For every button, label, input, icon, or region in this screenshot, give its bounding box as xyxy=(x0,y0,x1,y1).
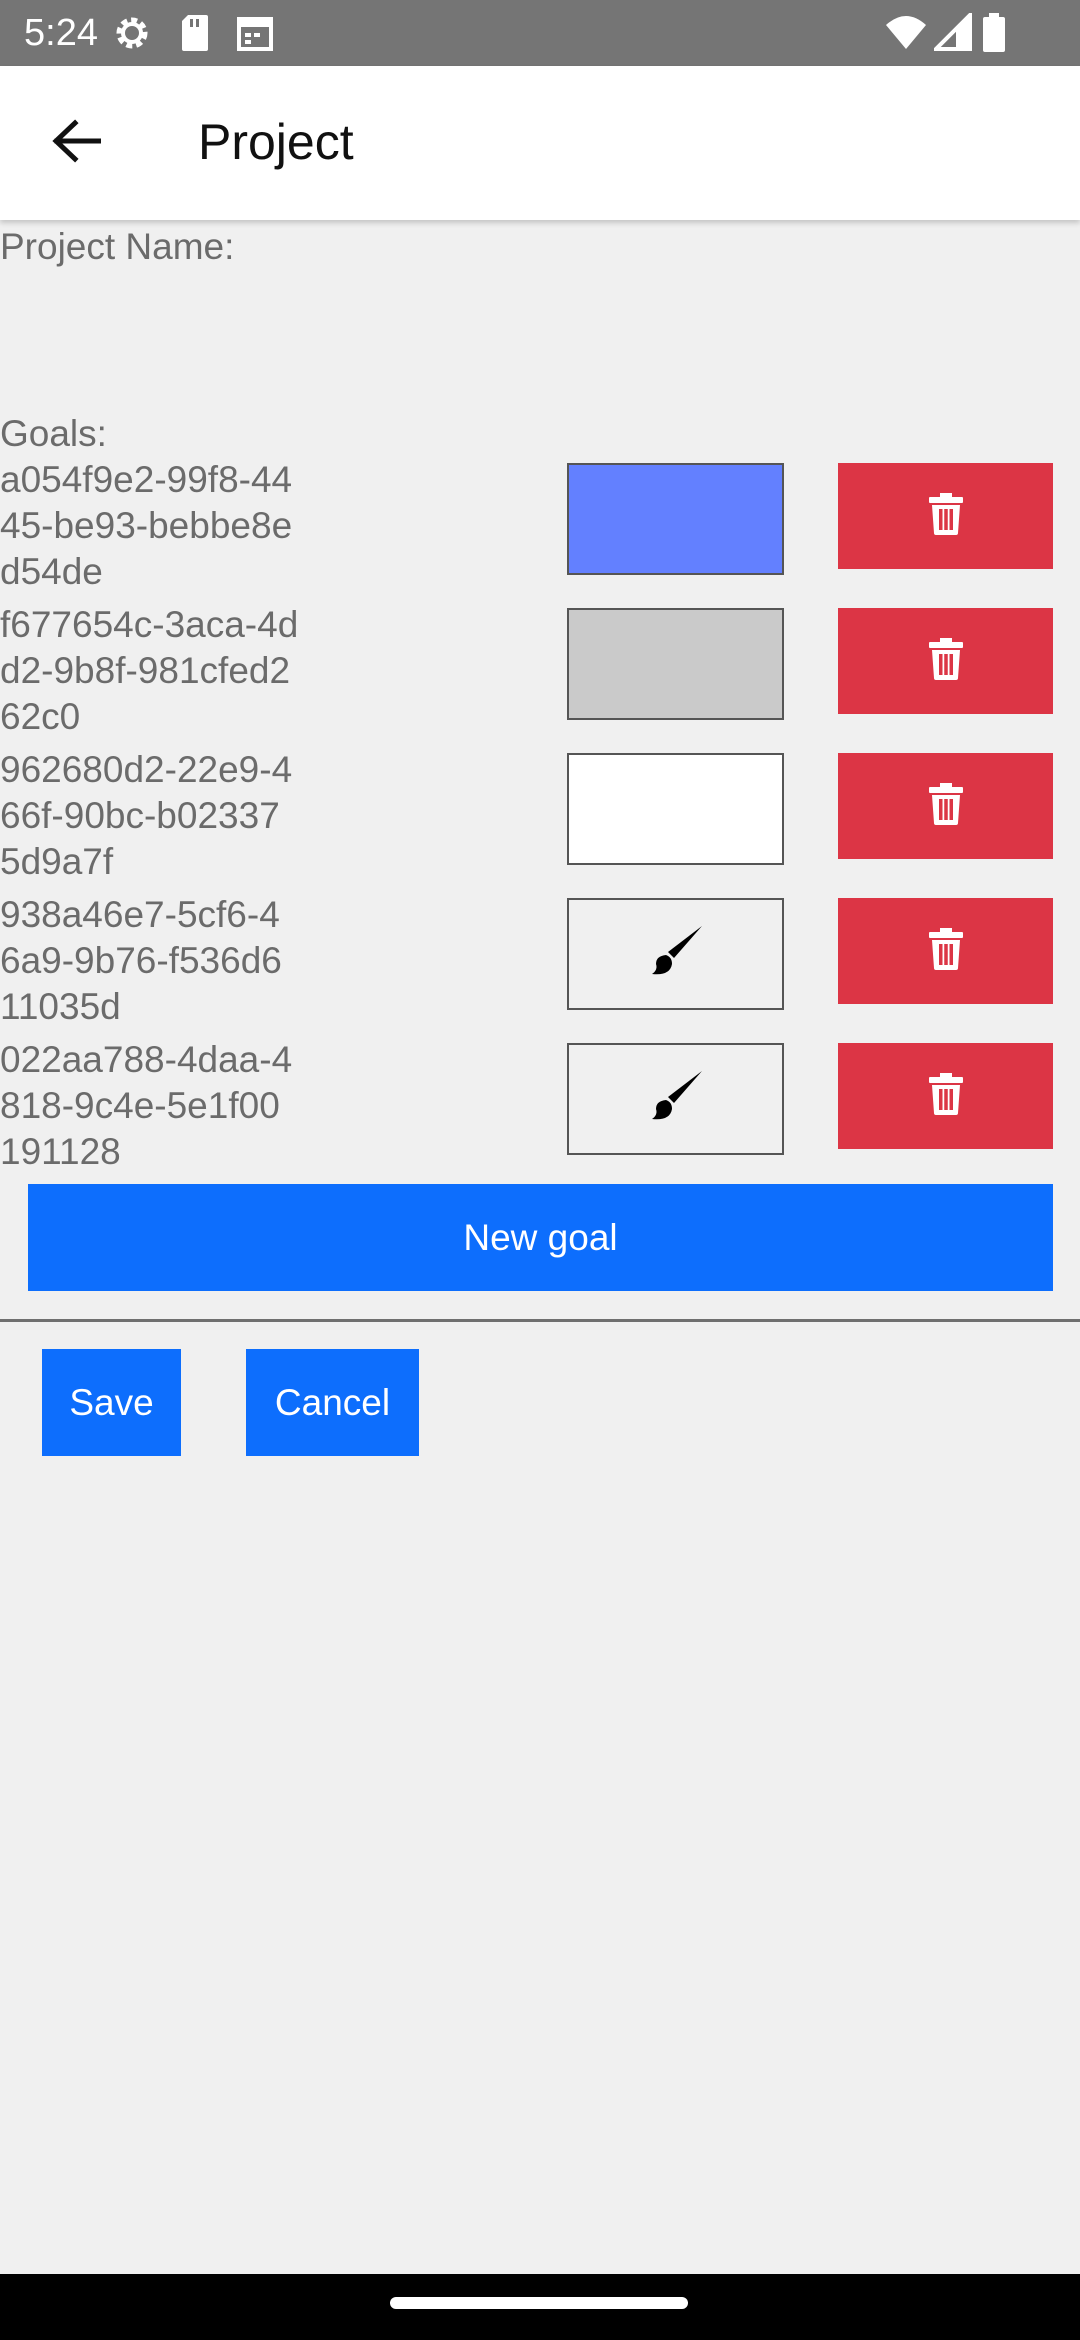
new-goal-button[interactable]: New goal xyxy=(28,1184,1053,1291)
delete-goal-button[interactable] xyxy=(838,898,1053,1004)
delete-goal-button[interactable] xyxy=(838,463,1053,569)
back-button[interactable] xyxy=(36,108,116,178)
goal-color-picker[interactable] xyxy=(567,898,784,1010)
arrow-left-icon xyxy=(51,118,102,168)
project-name-field[interactable] xyxy=(0,280,1080,390)
goal-id-text: 938a46e7-5cf6-46a9-9b76-f536d611035d xyxy=(0,894,282,1027)
divider xyxy=(0,1319,1080,1322)
goals-label: Goals: xyxy=(0,413,107,454)
battery-icon xyxy=(982,13,1006,58)
save-button[interactable]: Save xyxy=(42,1349,181,1456)
wifi-icon xyxy=(884,13,928,58)
status-time: 5:24 xyxy=(24,12,98,54)
app-bar: Project xyxy=(0,66,1080,220)
page-title: Project xyxy=(198,114,354,170)
goal-id-text: f677654c-3aca-4dd2-9b8f-981cfed262c0 xyxy=(0,604,299,737)
goal-id-text: 962680d2-22e9-466f-90bc-b023375d9a7f xyxy=(0,749,293,882)
settings-icon xyxy=(112,13,152,58)
trash-icon xyxy=(928,1072,964,1120)
calendar-icon xyxy=(236,13,274,58)
cancel-button[interactable]: Cancel xyxy=(246,1349,419,1456)
goal-color-picker[interactable] xyxy=(567,1043,784,1155)
goal-color-picker[interactable] xyxy=(567,753,784,865)
trash-icon xyxy=(928,637,964,685)
goal-id-text: a054f9e2-99f8-4445-be93-bebbe8ed54de xyxy=(0,459,293,592)
trash-icon xyxy=(928,927,964,975)
delete-goal-button[interactable] xyxy=(838,753,1053,859)
paint-brush-icon xyxy=(648,1069,704,1130)
home-indicator[interactable] xyxy=(390,2297,688,2309)
paint-brush-icon xyxy=(648,924,704,985)
status-bar: 5:24 xyxy=(0,0,1080,66)
goal-row: 022aa788-4daa-4818-9c4e-5e1f00191128 xyxy=(0,1037,1080,1182)
delete-goal-button[interactable] xyxy=(838,608,1053,714)
trash-icon xyxy=(928,782,964,830)
sd-card-icon xyxy=(180,13,210,58)
goal-id-text: 022aa788-4daa-4818-9c4e-5e1f00191128 xyxy=(0,1039,293,1172)
goal-color-picker[interactable] xyxy=(567,608,784,720)
project-name-label: Project Name: xyxy=(0,226,235,267)
goal-row: f677654c-3aca-4dd2-9b8f-981cfed262c0 xyxy=(0,602,1080,747)
goal-row: 938a46e7-5cf6-46a9-9b76-f536d611035d xyxy=(0,892,1080,1037)
goal-row: 962680d2-22e9-466f-90bc-b023375d9a7f xyxy=(0,747,1080,892)
trash-icon xyxy=(928,492,964,540)
goal-color-picker[interactable] xyxy=(567,463,784,575)
goal-row: a054f9e2-99f8-4445-be93-bebbe8ed54de xyxy=(0,457,1080,602)
delete-goal-button[interactable] xyxy=(838,1043,1053,1149)
signal-icon xyxy=(931,10,974,58)
